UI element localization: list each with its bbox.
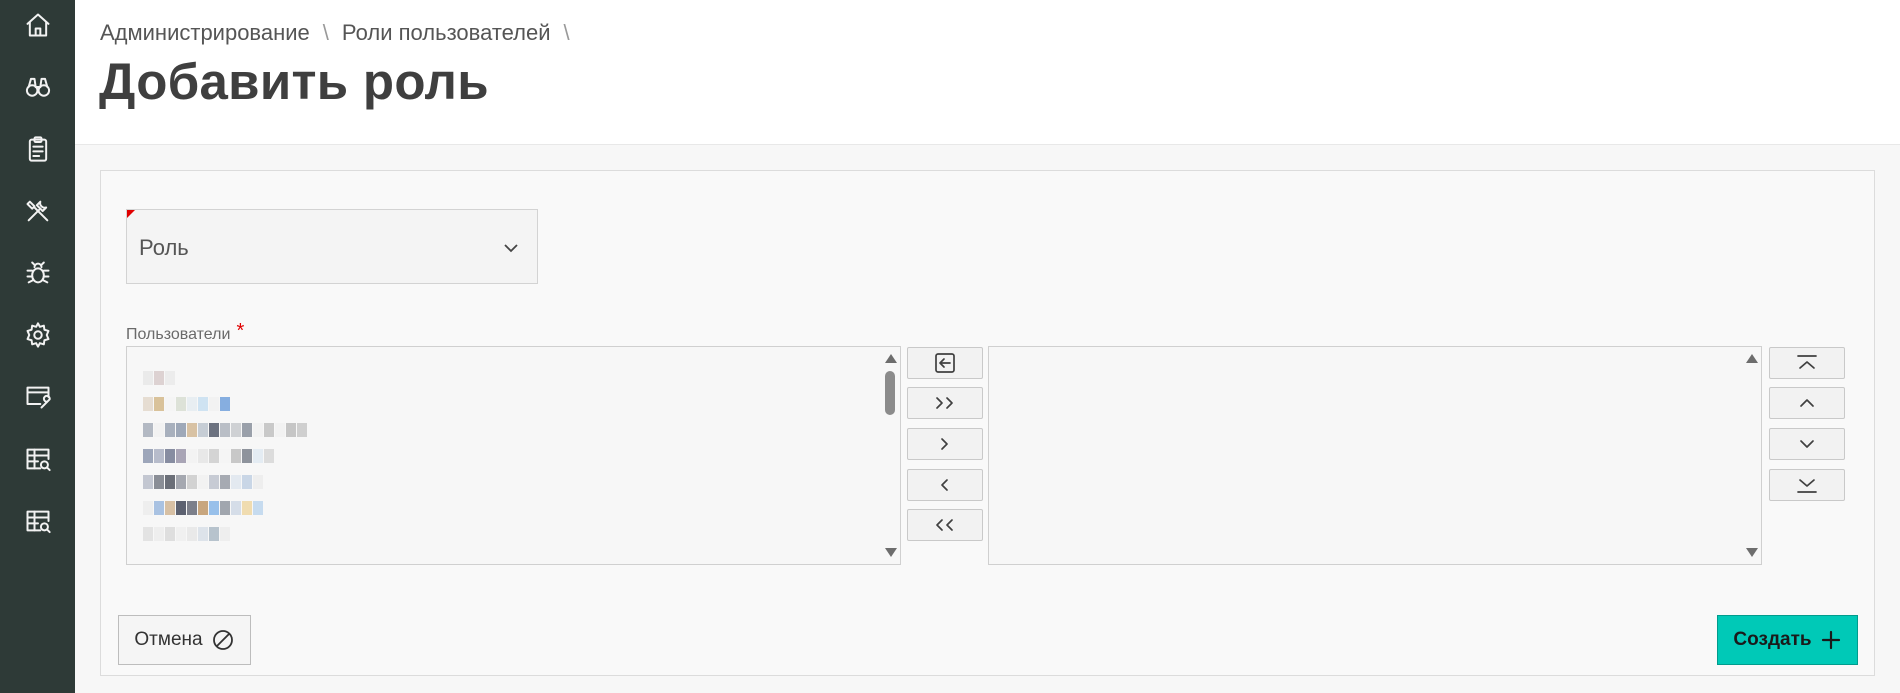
list-item[interactable]	[143, 443, 874, 469]
users-label-text: Пользователи	[126, 326, 231, 343]
nav-maintenance[interactable]	[0, 366, 75, 428]
scroll-down-arrow-icon[interactable]	[1746, 548, 1758, 557]
required-star: *	[236, 320, 245, 342]
role-select-placeholder: Роль	[139, 235, 189, 260]
reset-icon	[935, 353, 955, 373]
move-down-icon	[1800, 440, 1814, 448]
cancel-icon	[212, 630, 233, 650]
list-scrollbar[interactable]	[1741, 347, 1761, 564]
available-users-list[interactable]	[126, 346, 901, 565]
list-scrollbar[interactable]	[880, 347, 900, 564]
users-label: Пользователи *	[126, 320, 245, 345]
breadcrumb-separator: \	[322, 20, 329, 45]
scroll-up-arrow-icon[interactable]	[885, 354, 897, 363]
table-search-icon	[26, 448, 51, 472]
nav-table-search-1[interactable]	[0, 428, 75, 490]
create-button[interactable]: Создать	[1717, 615, 1858, 665]
nav-table-search-2[interactable]	[0, 490, 75, 552]
move-up-icon	[1800, 399, 1814, 407]
plus-icon	[1821, 630, 1840, 650]
available-users-items	[143, 365, 874, 547]
home-icon	[26, 13, 49, 37]
required-indicator	[127, 210, 135, 218]
bug-icon	[26, 261, 49, 284]
list-item[interactable]	[143, 391, 874, 417]
move-right-icon	[941, 438, 948, 450]
move-right-button[interactable]	[907, 428, 983, 460]
breadcrumb-separator: \	[563, 20, 570, 45]
move-top-button[interactable]	[1769, 347, 1845, 379]
nav-home[interactable]	[0, 0, 75, 56]
tools-icon	[26, 200, 48, 222]
move-all-left-button[interactable]	[907, 509, 983, 541]
page-header: Администрирование \ Роли пользователей \…	[75, 0, 1900, 145]
cancel-button[interactable]: Отмена	[118, 615, 251, 665]
move-all-right-icon	[936, 397, 953, 409]
list-item[interactable]	[143, 495, 874, 521]
move-up-button[interactable]	[1769, 387, 1845, 419]
list-item[interactable]	[143, 365, 874, 391]
nav-tasks[interactable]	[0, 118, 75, 180]
scroll-thumb[interactable]	[885, 371, 895, 415]
breadcrumb-item-administration[interactable]: Администрирование	[100, 20, 310, 46]
role-select[interactable]: Роль	[126, 209, 538, 284]
nav-debug[interactable]	[0, 242, 75, 304]
scroll-down-arrow-icon[interactable]	[885, 548, 897, 557]
nav-settings[interactable]	[0, 304, 75, 366]
cancel-button-label: Отмена	[134, 629, 203, 650]
binoculars-icon	[25, 77, 50, 97]
create-button-label: Создать	[1733, 629, 1812, 650]
clipboard-icon	[28, 136, 47, 162]
list-item[interactable]	[143, 469, 874, 495]
move-down-button[interactable]	[1769, 428, 1845, 460]
move-left-button[interactable]	[907, 469, 983, 501]
move-top-icon	[1797, 355, 1817, 369]
nav-search[interactable]	[0, 56, 75, 118]
list-item[interactable]	[143, 521, 874, 547]
gear-icon	[26, 322, 49, 348]
move-all-right-button[interactable]	[907, 387, 983, 419]
chevron-down-icon	[504, 244, 518, 253]
selected-users-list[interactable]	[988, 346, 1762, 565]
reset-button[interactable]	[907, 347, 983, 379]
nav-tools[interactable]	[0, 180, 75, 242]
table-search-icon	[26, 510, 51, 534]
monitor-wrench-icon	[26, 386, 51, 409]
list-item[interactable]	[143, 417, 874, 443]
move-bottom-icon	[1797, 479, 1817, 493]
move-bottom-button[interactable]	[1769, 469, 1845, 501]
scroll-up-arrow-icon[interactable]	[1746, 354, 1758, 363]
breadcrumb-item-user-roles[interactable]: Роли пользователей	[342, 20, 551, 46]
move-all-left-icon	[936, 519, 953, 531]
page-title: Добавить роль	[99, 53, 489, 110]
move-left-icon	[941, 479, 948, 491]
sidebar	[0, 0, 75, 693]
breadcrumb: Администрирование \ Роли пользователей \	[100, 20, 583, 46]
